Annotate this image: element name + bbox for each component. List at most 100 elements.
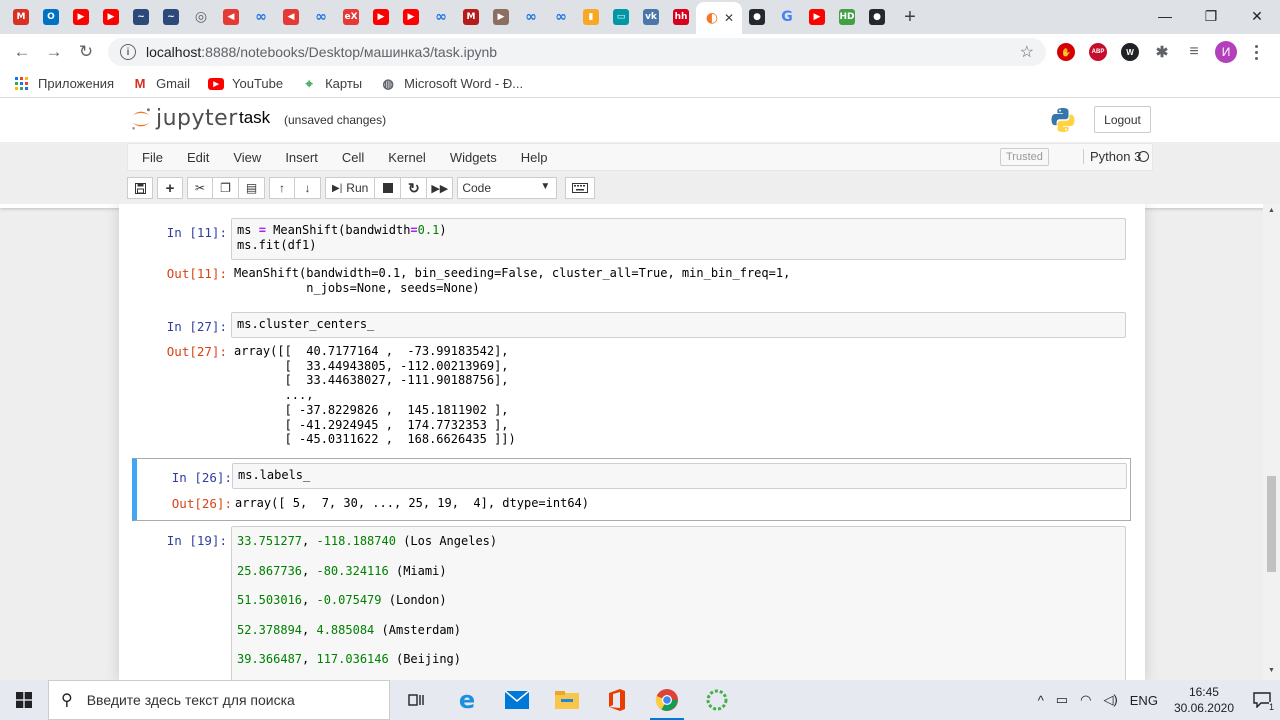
menu-file[interactable]: File [128, 150, 175, 165]
back-arrow-icon[interactable]: ← [6, 36, 38, 68]
notebook-name[interactable]: task [239, 108, 270, 128]
trusted-indicator[interactable]: Trusted [1000, 148, 1049, 166]
menu-insert[interactable]: Insert [273, 150, 330, 165]
command-palette-icon[interactable] [565, 177, 596, 199]
site-info-icon[interactable]: i [120, 44, 136, 60]
browser-tab[interactable]: ~ [156, 0, 186, 34]
browser-tab[interactable]: ∞ [546, 0, 576, 34]
address-bar[interactable]: i localhost:8888/notebooks/Desktop/машин… [108, 38, 1046, 66]
restart-icon[interactable]: ↻ [401, 177, 428, 199]
browser-tab[interactable]: ∞ [246, 0, 276, 34]
paste-icon[interactable]: ▤ [239, 177, 265, 199]
bookmark-youtube[interactable]: ▶ YouTube [208, 76, 283, 91]
browser-tab[interactable]: M [456, 0, 486, 34]
adblock-icon[interactable]: ABP [1089, 43, 1107, 61]
code-input[interactable]: ms.cluster_centers_ [231, 312, 1126, 338]
menu-kernel[interactable]: Kernel [376, 150, 438, 165]
browser-tab[interactable]: HD [832, 0, 862, 34]
bookmark-gmail[interactable]: M Gmail [132, 76, 190, 92]
chrome-icon[interactable] [642, 680, 692, 720]
extension-w-icon[interactable]: W [1121, 43, 1139, 61]
browser-tab[interactable]: ▶ [366, 0, 396, 34]
browser-tab[interactable]: ▮ [576, 0, 606, 34]
menu-edit[interactable]: Edit [175, 150, 221, 165]
logout-button[interactable]: Logout [1094, 106, 1151, 133]
menu-widgets[interactable]: Widgets [438, 150, 509, 165]
save-icon[interactable] [127, 177, 153, 199]
wifi-icon[interactable]: ◠ [1074, 692, 1097, 708]
browser-tab[interactable]: ∞ [516, 0, 546, 34]
windows-start-icon[interactable] [0, 680, 48, 720]
browser-tab[interactable]: ◎ [186, 0, 216, 34]
browser-tab[interactable]: ● [742, 0, 772, 34]
taskbar-search[interactable]: ⚲ Введите здесь текст для поиска [48, 680, 390, 720]
browser-tab[interactable]: ◀ [276, 0, 306, 34]
page-scrollbar[interactable]: ▲ ▼ [1263, 204, 1280, 680]
browser-tab[interactable]: ▶ [96, 0, 126, 34]
browser-tab[interactable]: ▶ [486, 0, 516, 34]
browser-tab[interactable]: ▭ [606, 0, 636, 34]
restore-icon[interactable]: ❐ [1188, 0, 1234, 32]
jupyter-logo[interactable]: jupyter [130, 106, 238, 131]
browser-tab-active[interactable]: ◐ ✕ [696, 2, 742, 34]
chevron-up-icon[interactable]: ^ [1032, 693, 1050, 708]
battery-icon[interactable]: ▭ [1050, 692, 1074, 708]
notifications-icon[interactable]: 1 [1244, 680, 1280, 720]
move-down-icon[interactable]: ↓ [295, 177, 321, 199]
code-cell[interactable]: In [27]: ms.cluster_centers_ Out[27]: ar… [131, 312, 1131, 452]
browser-tab[interactable]: G [772, 0, 802, 34]
browser-tab[interactable]: vk [636, 0, 666, 34]
stop-extension-icon[interactable]: ✋ [1057, 43, 1075, 61]
clock[interactable]: 16:45 30.06.2020 [1164, 684, 1244, 716]
browser-tab[interactable]: ▶ [396, 0, 426, 34]
run-button[interactable]: ▶| Run [325, 177, 376, 199]
menu-cell[interactable]: Cell [330, 150, 376, 165]
scrollbar-thumb[interactable] [1267, 476, 1276, 572]
mail-icon[interactable] [492, 680, 542, 720]
browser-tab[interactable]: ◀ [216, 0, 246, 34]
code-cell[interactable]: In [19]: 33.751277, -118.188740 (Los Ang… [131, 526, 1131, 680]
minimize-icon[interactable]: — [1142, 0, 1188, 32]
bookmark-word[interactable]: ◍ Microsoft Word - Đ... [380, 76, 523, 92]
chrome-menu-icon[interactable] [1248, 41, 1264, 63]
scroll-down-icon[interactable]: ▼ [1268, 667, 1275, 674]
browser-tab[interactable]: ~ [126, 0, 156, 34]
new-tab-button[interactable]: + [896, 3, 924, 31]
cut-icon[interactable]: ✂ [187, 177, 213, 199]
profile-avatar[interactable]: И [1215, 41, 1237, 63]
url-text[interactable]: localhost:8888/notebooks/Desktop/машинка… [146, 44, 497, 60]
code-input[interactable]: ms.labels_ [232, 463, 1127, 489]
bookmark-star-icon[interactable]: ☆ [1020, 42, 1034, 62]
close-window-icon[interactable]: ✕ [1234, 0, 1280, 32]
close-tab-icon[interactable]: ✕ [724, 11, 734, 25]
code-cell-selected[interactable]: In [26]: ms.labels_ Out[26]: array([ 5, … [132, 458, 1131, 521]
copy-icon[interactable]: ❐ [213, 177, 239, 199]
code-input[interactable]: 33.751277, -118.188740 (Los Angeles) 25.8… [231, 526, 1126, 680]
puzzle-icon[interactable]: ✱ [1153, 43, 1171, 61]
office-icon[interactable] [592, 680, 642, 720]
reload-icon[interactable]: ↻ [70, 36, 102, 68]
browser-tab[interactable]: ▶ [802, 0, 832, 34]
browser-tab[interactable]: hh [666, 0, 696, 34]
scroll-up-icon[interactable]: ▲ [1268, 207, 1275, 214]
task-view-icon[interactable] [392, 680, 442, 720]
file-explorer-icon[interactable] [542, 680, 592, 720]
media-queue-icon[interactable]: ≡ [1185, 43, 1203, 61]
edge-icon[interactable]: e [442, 680, 492, 720]
browser-tab[interactable]: ∞ [426, 0, 456, 34]
code-input[interactable]: ms = MeanShift(bandwidth=0.1) ms.fit(df1… [231, 218, 1126, 260]
menu-help[interactable]: Help [509, 150, 560, 165]
stop-icon[interactable] [375, 177, 402, 199]
browser-tab[interactable]: O [36, 0, 66, 34]
browser-tab[interactable]: M [6, 0, 36, 34]
anaconda-icon[interactable] [692, 680, 742, 720]
volume-icon[interactable]: ◁) [1097, 692, 1123, 708]
fast-forward-icon[interactable]: ▶▶ [427, 177, 454, 199]
browser-tab[interactable]: ∞ [306, 0, 336, 34]
insert-cell-icon[interactable]: + [157, 177, 183, 199]
browser-tab[interactable]: eX [336, 0, 366, 34]
browser-tab[interactable]: ● [862, 0, 892, 34]
bookmark-apps[interactable]: Приложения [14, 76, 114, 92]
menu-view[interactable]: View [221, 150, 273, 165]
bookmark-maps[interactable]: ⌖ Карты [301, 76, 362, 92]
